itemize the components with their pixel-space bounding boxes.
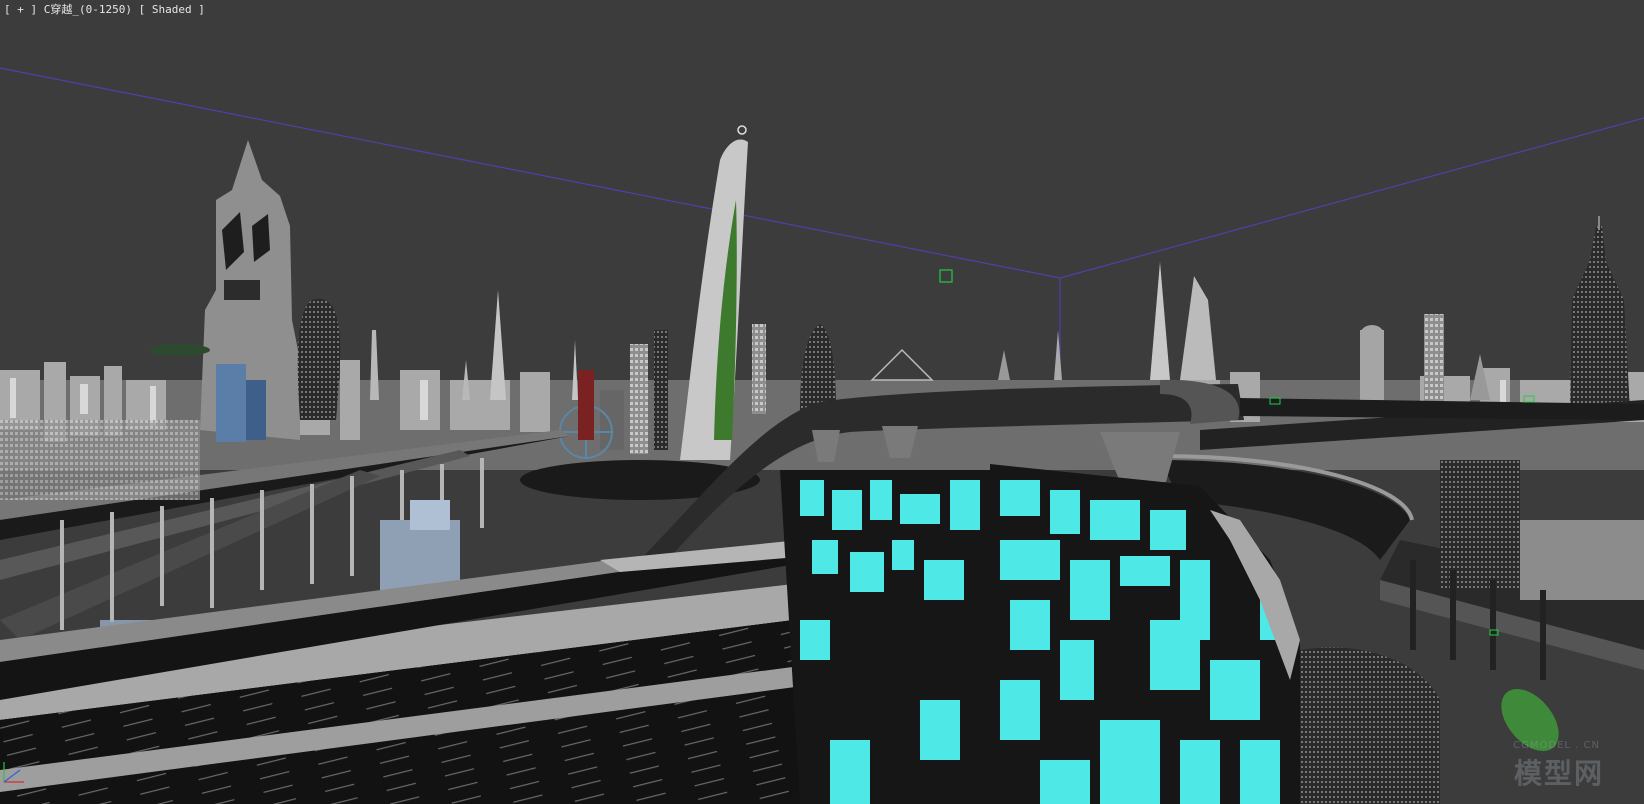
3d-viewport[interactable]: [ + ] C穿越_(0-1250) [ Shaded ] CGMODEL . … (0, 0, 1644, 804)
selected-pillar-object[interactable] (780, 464, 1300, 804)
viewport-camera-name[interactable]: C穿越_(0-1250) (44, 3, 132, 16)
axis-gizmo (3, 762, 24, 783)
viewport-label: [ + ] C穿越_(0-1250) [ Shaded ] (4, 2, 205, 18)
viewport-shading-mode[interactable]: [ Shaded ] (139, 3, 205, 16)
selection-marker[interactable] (939, 269, 953, 283)
watermark: CGMODEL . CN 模型网 (1384, 738, 1604, 798)
watermark-text: 模型网 (1513, 757, 1604, 790)
viewport-menu-plus[interactable]: [ + ] (4, 3, 37, 16)
city-scene-render[interactable] (0, 0, 1644, 804)
watermark-sub: CGMODEL . CN (1513, 740, 1600, 751)
